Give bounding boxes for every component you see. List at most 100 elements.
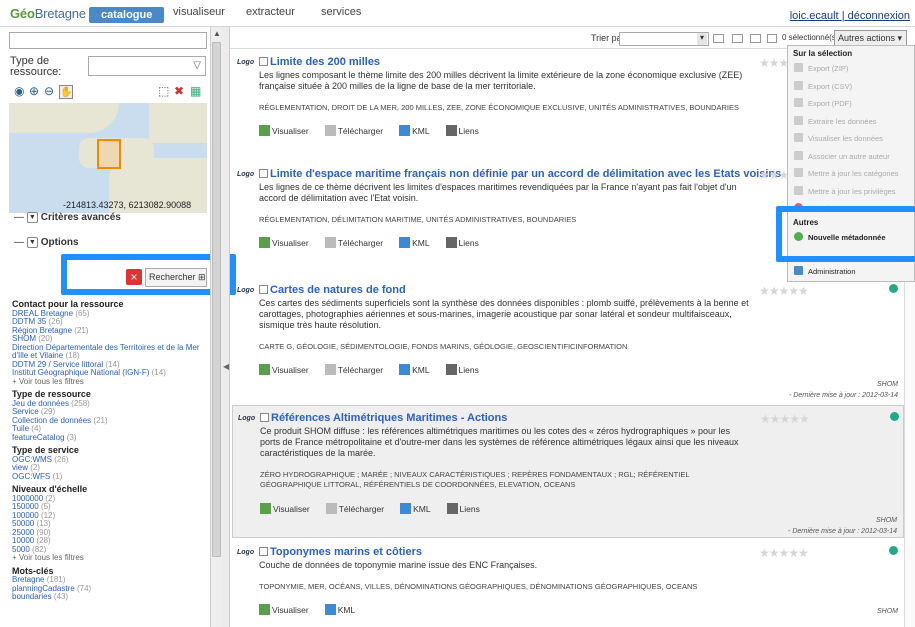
action-tlcharger-link[interactable]: Télécharger (324, 364, 391, 375)
facet-item[interactable]: Bretagne (181) (12, 576, 207, 585)
type-ressource-select[interactable]: ▽ (88, 56, 206, 76)
pan-hand-icon[interactable]: ✋ (59, 85, 73, 99)
facet-item[interactable]: DDTM 35 (26) (12, 318, 207, 327)
facet-item[interactable]: 1000000 (2) (12, 495, 207, 504)
facet-item[interactable]: SHOM (20) (12, 335, 207, 344)
administration-item[interactable]: Administration (794, 266, 856, 276)
record-checkbox[interactable] (259, 547, 268, 556)
action-tlcharger-link[interactable]: Télécharger (324, 125, 391, 136)
action-liens-link[interactable]: Liens (445, 364, 487, 375)
facet-item[interactable]: Jeu de données (258) (12, 400, 207, 409)
action-tlcharger-link[interactable]: Télécharger (325, 503, 392, 514)
tab-visualiseur[interactable]: visualiseur (173, 6, 225, 18)
record-title[interactable]: Cartes de natures de fond (259, 284, 406, 296)
zoom-out-icon[interactable]: ⊖ (44, 85, 57, 98)
search-map[interactable]: -214813.43273, 6213082.90088 (9, 103, 207, 213)
menu-item[interactable]: Associer un autre auteur (794, 150, 890, 161)
action-visualiser-link[interactable]: Visualiser (259, 125, 317, 136)
record-title[interactable]: Références Altimétriques Maritimes - Act… (260, 412, 507, 424)
globe-icon[interactable] (889, 284, 898, 293)
detail-view-icon[interactable] (767, 34, 777, 43)
facet-item[interactable]: boundaries (43) (12, 593, 207, 602)
facet-item[interactable]: 150000 (5) (12, 503, 207, 512)
geobretagne-logo[interactable]: GéoBretagne (10, 6, 86, 21)
action-kml-link[interactable]: KML (399, 237, 437, 248)
rating-stars[interactable]: ★★★★★ (759, 284, 809, 298)
clear-map-icon[interactable]: ✖ (174, 85, 187, 98)
facet-item[interactable]: Collection de données (21) (12, 417, 207, 426)
action-kml-link[interactable]: KML (399, 364, 437, 375)
record-checkbox[interactable] (259, 285, 268, 294)
globe-zoom-icon[interactable]: ◉ (14, 85, 27, 98)
menu-item[interactable]: Extraire les données (794, 115, 876, 126)
result-record[interactable]: Logo Cartes de natures de fond Ces cartes … (232, 278, 904, 403)
result-record[interactable]: Logo Références Altimétriques Maritimes -… (232, 405, 904, 538)
menu-item[interactable]: Export (PDF) (794, 98, 852, 108)
action-visualiser-link[interactable]: Visualiser (260, 503, 318, 514)
menu-item[interactable]: Visualiser les données (794, 133, 883, 143)
other-actions-button[interactable]: Autres actions ▾ (834, 30, 907, 46)
search-input[interactable] (9, 32, 207, 49)
action-visualiser-link[interactable]: Visualiser (259, 237, 317, 248)
facet-item[interactable]: OGC:WFS (1) (12, 473, 207, 482)
facet-item[interactable]: 50000 (13) (12, 520, 207, 529)
tab-services[interactable]: services (321, 6, 361, 18)
record-checkbox[interactable] (259, 169, 268, 178)
facet-item[interactable]: OGC:WMS (26) (12, 456, 207, 465)
action-visualiser-link[interactable]: Visualiser (259, 604, 317, 615)
select-box-icon[interactable]: ⬚ (158, 85, 171, 98)
action-visualiser-link[interactable]: Visualiser (259, 364, 317, 375)
show-all-filters-link[interactable]: + Voir tous les filtres (12, 553, 207, 563)
result-record[interactable]: Logo Toponymes marins et côtiers Couche de… (232, 540, 904, 627)
globe-icon[interactable] (890, 412, 899, 421)
record-checkbox[interactable] (259, 57, 268, 66)
grid-view-icon[interactable] (750, 34, 761, 43)
left-scrollbar[interactable]: ▲ (210, 27, 222, 627)
criteres-avances-toggle[interactable]: — ▼ Critères avancés (14, 212, 121, 223)
action-icon (399, 237, 411, 248)
facet-item[interactable]: Service (29) (12, 408, 207, 417)
panel-splitter[interactable]: ◀ (222, 27, 230, 627)
menu-item[interactable]: Export (CSV) (794, 80, 852, 91)
menu-item[interactable]: Export (ZIP) (794, 63, 848, 73)
action-tlcharger-link[interactable]: Télécharger (324, 237, 391, 248)
logout-link[interactable]: déconnexion (848, 10, 910, 22)
rating-stars[interactable]: ★★★★★ (759, 546, 809, 560)
options-toggle[interactable]: — ▼ Options (14, 237, 79, 248)
action-kml-link[interactable]: KML (400, 503, 438, 514)
action-kml-link[interactable]: KML (324, 604, 363, 615)
tab-catalogue[interactable]: catalogue (89, 7, 165, 23)
record-title[interactable]: Toponymes marins et côtiers (259, 546, 422, 558)
rating-stars[interactable]: ★★★★★ (760, 412, 810, 426)
layers-icon[interactable]: ▦ (190, 85, 203, 98)
facet-item[interactable]: planningCadastre (74) (12, 585, 207, 594)
record-checkbox[interactable] (260, 413, 269, 422)
facet-item[interactable]: DDTM 29 / Service littoral (14) (12, 361, 207, 370)
facet-item[interactable]: 25000 (90) (12, 529, 207, 538)
facet-item[interactable]: view (2) (12, 464, 207, 473)
user-link[interactable]: loic.ecault (790, 10, 839, 22)
menu-item[interactable]: Mettre à jour les privilèges (794, 185, 896, 196)
facet-item[interactable]: DREAL Bretagne (65) (12, 310, 207, 319)
facet-item[interactable]: 10000 (28) (12, 537, 207, 546)
action-liens-link[interactable]: Liens (445, 237, 487, 248)
facet-item[interactable]: Direction Départementale des Territoires… (12, 344, 207, 353)
facet-item[interactable]: d'Ille et Vilaine (18) (12, 352, 207, 361)
menu-item[interactable]: Mettre à jour les catégories (794, 168, 898, 178)
globe-icon[interactable] (889, 546, 898, 555)
facet-item[interactable]: Région Bretagne (21) (12, 327, 207, 336)
facet-item[interactable]: 100000 (12) (12, 512, 207, 521)
action-liens-link[interactable]: Liens (446, 503, 488, 514)
facet-item[interactable]: Tuile (4) (12, 425, 207, 434)
list-view-icon[interactable] (732, 34, 743, 43)
tab-extracteur[interactable]: extracteur (246, 6, 295, 18)
action-liens-link[interactable]: Liens (445, 125, 487, 136)
show-all-filters-link[interactable]: + Voir tous les filtres (12, 377, 207, 387)
action-kml-link[interactable]: KML (399, 125, 437, 136)
record-title[interactable]: Limite des 200 milles (259, 56, 380, 68)
sort-select[interactable]: ▾ (619, 32, 709, 46)
zoom-in-icon[interactable]: ⊕ (29, 85, 42, 98)
record-title[interactable]: Limite d'espace maritime français non dé… (259, 168, 781, 180)
select-all-icon[interactable] (713, 34, 724, 43)
facet-item[interactable]: featureCatalog (3) (12, 434, 207, 443)
